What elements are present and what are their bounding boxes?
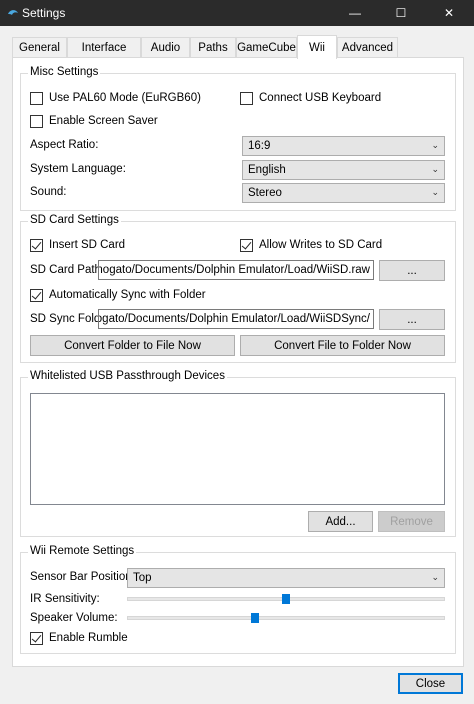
speaker-volume-label: Speaker Volume: [30,612,118,624]
pal60-checkbox[interactable] [30,92,43,105]
sound-label: Sound: [30,186,67,198]
pal60-label: Use PAL60 Mode (EuRGB60) [49,92,201,104]
allow-writes-checkbox[interactable] [240,239,253,252]
misc-settings-group: Misc Settings Use PAL60 Mode (EuRGB60) C… [20,66,456,211]
tab-audio[interactable]: Audio [141,37,190,58]
rumble-label: Enable Rumble [49,632,128,644]
remove-usb-device-button[interactable]: Remove [378,511,445,532]
aspect-ratio-select[interactable]: 16:9 ⌄ [242,136,445,156]
insert-sd-checkbox[interactable] [30,239,43,252]
sd-card-settings-title: SD Card Settings [28,214,121,226]
minimize-button[interactable]: — [332,0,378,26]
auto-sync-label: Automatically Sync with Folder [49,289,206,301]
chevron-down-icon: ⌄ [431,140,439,150]
button-label: ... [407,264,417,277]
rumble-checkbox[interactable] [30,632,43,645]
tab-paths[interactable]: Paths [190,37,236,58]
system-language-label: System Language: [30,163,126,175]
ir-sensitivity-label: IR Sensitivity: [30,593,100,605]
sd-card-path-input[interactable]: C:/Users/Monogato/Documents/Dolphin Emul… [98,260,374,280]
convert-folder-to-file-button[interactable]: Convert Folder to File Now [30,335,235,356]
close-icon: ✕ [443,6,455,20]
sd-sync-folder-value: C:/Users/Monogato/Documents/Dolphin Emul… [98,313,370,325]
usb-device-list[interactable] [30,393,445,505]
sd-card-settings-group: SD Card Settings Insert SD Card Allow Wr… [20,214,456,363]
window-title: Settings [22,6,66,20]
sd-card-path-label: SD Card Path: [30,264,105,276]
speaker-volume-thumb[interactable] [251,613,259,623]
sound-select[interactable]: Stereo ⌄ [242,183,445,203]
sensor-bar-label: Sensor Bar Position: [30,571,135,583]
screensaver-checkbox[interactable] [30,115,43,128]
close-window-button[interactable]: ✕ [426,0,472,26]
button-label: ... [407,313,417,326]
maximize-icon: ☐ [395,6,407,20]
usb-passthrough-group: Whitelisted USB Passthrough Devices Add.… [20,370,456,537]
wii-remote-settings-group: Wii Remote Settings Sensor Bar Position:… [20,545,456,654]
wii-remote-settings-title: Wii Remote Settings [28,545,137,557]
button-label: Add... [325,515,356,528]
sensor-bar-value: Top [133,572,152,584]
button-label: Close [415,677,446,690]
add-usb-device-button[interactable]: Add... [308,511,373,532]
aspect-ratio-label: Aspect Ratio: [30,139,99,151]
chevron-down-icon: ⌄ [431,572,439,582]
dolphin-app-icon [8,10,18,15]
allow-writes-label: Allow Writes to SD Card [259,239,383,251]
browse-sync-folder-button[interactable]: ... [379,309,445,330]
tab-interface[interactable]: Interface [67,37,141,58]
sd-sync-folder-input[interactable]: C:/Users/Monogato/Documents/Dolphin Emul… [98,309,374,329]
tab-label: GameCube [237,42,296,54]
title-bar: Settings — ☐ ✕ [0,0,474,26]
tab-general[interactable]: General [12,37,67,58]
aspect-ratio-value: 16:9 [248,140,271,152]
tab-label: General [19,42,60,54]
tab-label: Interface [81,42,127,54]
tab-label: Advanced [341,42,394,54]
chevron-down-icon: ⌄ [431,164,439,174]
wii-settings-panel: Misc Settings Use PAL60 Mode (EuRGB60) C… [12,57,464,667]
maximize-button[interactable]: ☐ [378,0,424,26]
sd-card-path-value: C:/Users/Monogato/Documents/Dolphin Emul… [99,264,370,276]
chevron-down-icon: ⌄ [431,187,439,197]
misc-settings-title: Misc Settings [28,66,101,78]
speaker-volume-slider[interactable] [127,616,445,620]
button-label: Convert File to Folder Now [274,339,411,352]
insert-sd-label: Insert SD Card [49,239,126,251]
tab-label: Audio [150,42,181,54]
browse-sd-path-button[interactable]: ... [379,260,445,281]
button-label: Remove [390,515,433,528]
sensor-bar-select[interactable]: Top ⌄ [127,568,445,588]
sound-value: Stereo [248,187,282,199]
button-label: Convert Folder to File Now [64,339,201,352]
tab-wii[interactable]: Wii [297,35,337,59]
tab-label: Paths [198,42,228,54]
system-language-value: English [248,164,286,176]
auto-sync-checkbox[interactable] [30,289,43,302]
tab-gamecube[interactable]: GameCube [236,37,297,58]
tab-advanced[interactable]: Advanced [337,37,398,58]
screensaver-label: Enable Screen Saver [49,115,158,127]
convert-file-to-folder-button[interactable]: Convert File to Folder Now [240,335,445,356]
tab-label: Wii [309,41,325,54]
close-dialog-button[interactable]: Close [398,673,463,694]
ir-sensitivity-thumb[interactable] [282,594,290,604]
usb-passthrough-title: Whitelisted USB Passthrough Devices [28,370,227,382]
minimize-icon: — [349,6,361,20]
system-language-select[interactable]: English ⌄ [242,160,445,180]
usb-keyboard-label: Connect USB Keyboard [259,92,382,104]
usb-keyboard-checkbox[interactable] [240,92,253,105]
